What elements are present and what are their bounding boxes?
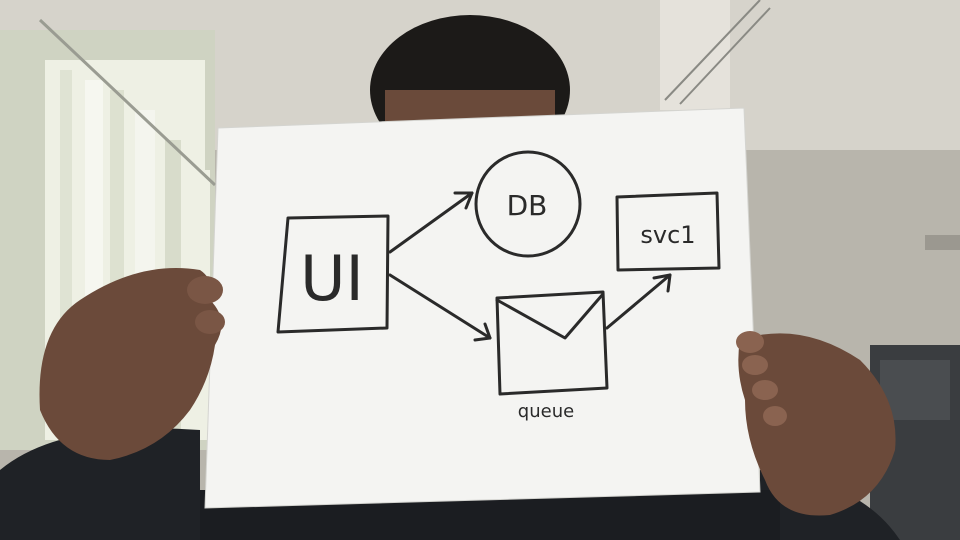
wall-fixture xyxy=(925,235,960,250)
db-label: DB xyxy=(507,189,548,222)
queue-label: queue xyxy=(518,401,574,422)
paper-sheet xyxy=(204,107,761,509)
ui-label: UI xyxy=(300,242,364,315)
svc-label: svc1 xyxy=(640,221,695,249)
photo-scene: UI DB svc1 queue xyxy=(0,0,960,540)
